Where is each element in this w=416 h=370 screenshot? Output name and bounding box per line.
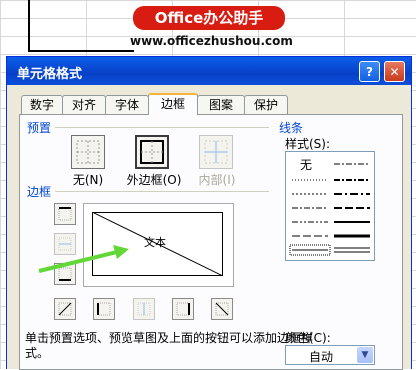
border-inner-vertical-button[interactable]	[133, 298, 155, 320]
preset-outline-button[interactable]	[135, 135, 169, 169]
watermark-url: www.officezhushou.com	[130, 34, 293, 48]
tab-alignment[interactable]: 对齐	[62, 95, 106, 114]
border-diagonal-down-icon	[215, 302, 229, 316]
border-divider	[55, 191, 269, 192]
tab-number[interactable]: 数字	[21, 95, 63, 114]
preset-inside-label: 内部(I)	[198, 173, 236, 187]
line-styles-icon	[289, 163, 370, 256]
preset-inside-button[interactable]	[199, 135, 233, 169]
border-diagonal-down-button[interactable]	[211, 298, 233, 320]
border-none-icon	[76, 140, 100, 164]
help-button[interactable]: ?	[359, 61, 380, 82]
green-arrow-icon	[38, 245, 129, 273]
tab-pattern[interactable]: 图案	[197, 95, 245, 114]
dialog-title: 单元格格式	[17, 67, 83, 82]
format-cells-dialog: 单元格格式 ? ✕ 数字 对齐 字体 边框 图案 保护 预置 无(N) 外边框(…	[6, 56, 412, 370]
border-left-icon	[97, 302, 111, 316]
tab-font[interactable]: 字体	[105, 95, 149, 114]
border-top-icon	[58, 207, 72, 221]
preset-none-button[interactable]	[71, 135, 105, 169]
line-style-list[interactable]: 无	[285, 151, 375, 261]
watermark-brand: Office办公助手	[133, 6, 285, 30]
preset-none-label: 无(N)	[72, 173, 104, 187]
border-group-label: 边框	[27, 185, 52, 199]
presets-divider	[55, 127, 269, 128]
hint-text: 单击预置选项、预览草图及上面的按钮可以添加边框样式。	[25, 331, 314, 360]
tab-protection[interactable]: 保护	[244, 95, 288, 114]
border-top-button[interactable]	[54, 203, 76, 225]
border-right-icon	[176, 302, 190, 316]
title-bar[interactable]: 单元格格式 ? ✕	[7, 57, 411, 85]
border-outline-icon	[140, 140, 164, 164]
close-button[interactable]: ✕	[384, 61, 405, 82]
presets-group-label: 预置	[27, 121, 52, 135]
preset-outline-label: 外边框(O)	[126, 173, 182, 187]
preview-text: 文本	[144, 236, 166, 249]
selected-cell	[28, 0, 134, 52]
border-right-button[interactable]	[172, 298, 194, 320]
border-diagonal-up-button[interactable]	[54, 298, 76, 320]
tab-border[interactable]: 边框	[148, 93, 198, 115]
border-inner-vertical-icon	[137, 302, 151, 316]
chevron-down-icon[interactable]: ▼	[357, 347, 373, 363]
border-diagonal-up-icon	[58, 302, 72, 316]
border-inside-icon	[204, 140, 228, 164]
line-group-label: 线条	[279, 121, 304, 135]
border-left-button[interactable]	[93, 298, 115, 320]
style-label: 样式(S):	[285, 137, 331, 151]
